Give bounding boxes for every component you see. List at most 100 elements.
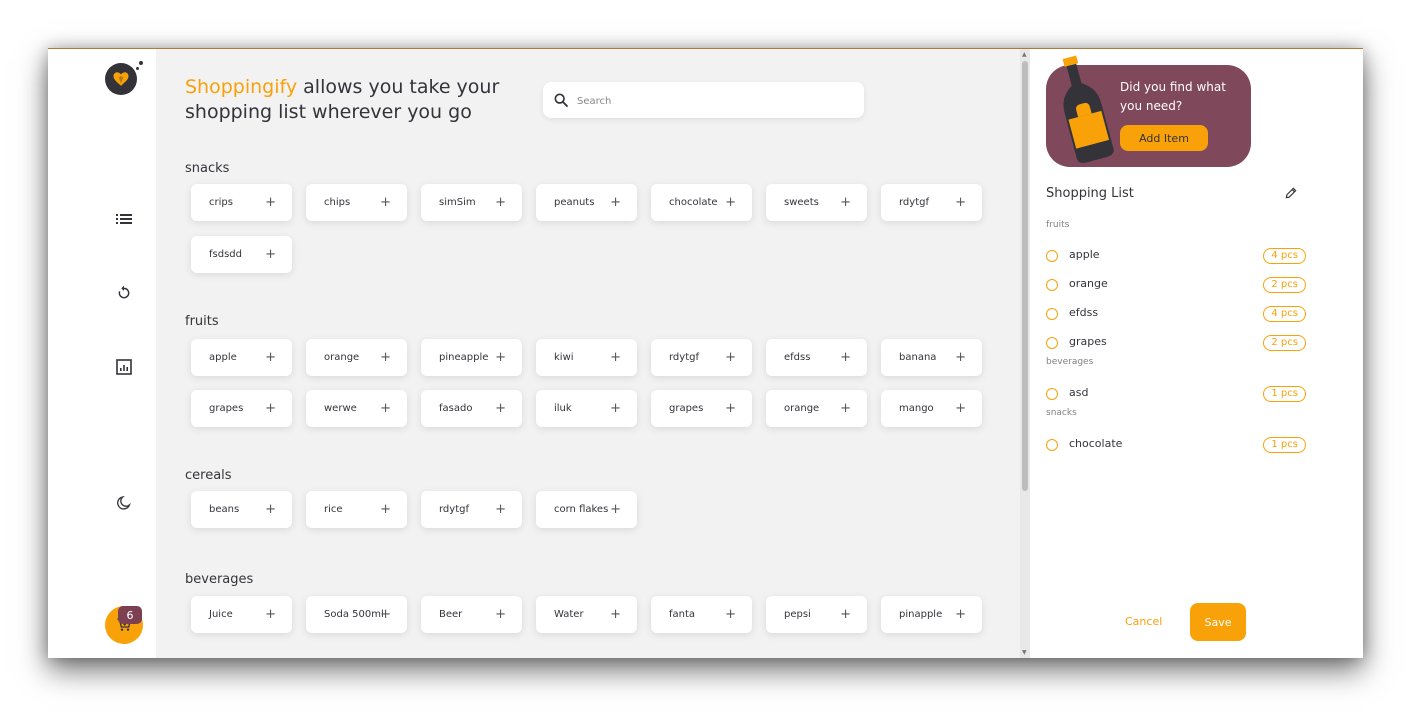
nav-history-button[interactable] [113, 282, 135, 304]
item-card[interactable]: apple + [191, 339, 292, 376]
item-name: rice [324, 504, 343, 515]
add-to-list-icon[interactable]: + [380, 596, 391, 633]
add-to-list-icon[interactable]: + [265, 596, 276, 633]
item-checkbox[interactable] [1046, 250, 1058, 262]
item-card[interactable]: orange + [766, 390, 867, 427]
item-name: pepsi [784, 609, 811, 620]
scroll-up-arrow[interactable]: ▲ [1022, 51, 1027, 58]
item-card[interactable]: fanta + [651, 596, 752, 633]
item-card[interactable]: beans + [191, 491, 292, 528]
item-card[interactable]: pineapple + [421, 339, 522, 376]
add-to-list-icon[interactable]: + [840, 184, 851, 221]
item-card[interactable]: werwe + [306, 390, 407, 427]
item-card[interactable]: sweets + [766, 184, 867, 221]
quantity-badge[interactable]: 2 pcs [1263, 335, 1306, 351]
item-card[interactable]: fsdsdd + [191, 236, 292, 273]
list-item-name: apple [1069, 248, 1100, 261]
item-card[interactable]: grapes + [651, 390, 752, 427]
quantity-badge[interactable]: 1 pcs [1263, 437, 1306, 453]
item-card[interactable]: iluk + [536, 390, 637, 427]
app-logo[interactable] [105, 61, 143, 95]
item-card[interactable]: corn flakes + [536, 491, 637, 528]
item-card[interactable]: kiwi + [536, 339, 637, 376]
add-to-list-icon[interactable]: + [610, 491, 621, 528]
item-card[interactable]: grapes + [191, 390, 292, 427]
add-to-list-icon[interactable]: + [840, 339, 851, 376]
add-to-list-icon[interactable]: + [265, 236, 276, 273]
item-card[interactable]: Soda 500ml + [306, 596, 407, 633]
item-card[interactable]: Beer + [421, 596, 522, 633]
item-checkbox[interactable] [1046, 279, 1058, 291]
add-item-button[interactable]: Add Item [1120, 125, 1208, 151]
scroll-down-arrow[interactable]: ▼ [1022, 649, 1027, 656]
add-to-list-icon[interactable]: + [725, 390, 736, 427]
search-input[interactable] [575, 88, 849, 114]
item-card[interactable]: Water + [536, 596, 637, 633]
add-to-list-icon[interactable]: + [840, 596, 851, 633]
quantity-badge[interactable]: 4 pcs [1263, 306, 1306, 322]
shopping-list-panel: Did you find what you need? Add Item Sho… [1030, 49, 1363, 658]
add-to-list-icon[interactable]: + [610, 596, 621, 633]
item-card[interactable]: rdytgf + [421, 491, 522, 528]
add-to-list-icon[interactable]: + [380, 491, 391, 528]
quantity-badge[interactable]: 4 pcs [1263, 248, 1306, 264]
add-to-list-icon[interactable]: + [265, 390, 276, 427]
item-card[interactable]: Juice + [191, 596, 292, 633]
add-to-list-icon[interactable]: + [495, 491, 506, 528]
item-checkbox[interactable] [1046, 439, 1058, 451]
item-card[interactable]: fasado + [421, 390, 522, 427]
item-card[interactable]: chocolate + [651, 184, 752, 221]
add-to-list-icon[interactable]: + [265, 491, 276, 528]
item-card[interactable]: rice + [306, 491, 407, 528]
save-button[interactable]: Save [1190, 603, 1246, 641]
add-to-list-icon[interactable]: + [265, 184, 276, 221]
item-checkbox[interactable] [1046, 388, 1058, 400]
add-to-list-icon[interactable]: + [610, 184, 621, 221]
item-card[interactable]: pinapple + [881, 596, 982, 633]
add-to-list-icon[interactable]: + [495, 390, 506, 427]
add-to-list-icon[interactable]: + [610, 390, 621, 427]
item-checkbox[interactable] [1046, 308, 1058, 320]
add-to-list-icon[interactable]: + [840, 390, 851, 427]
add-to-list-icon[interactable]: + [495, 184, 506, 221]
item-card[interactable]: banana + [881, 339, 982, 376]
item-card[interactable]: peanuts + [536, 184, 637, 221]
theme-toggle-button[interactable] [113, 492, 135, 514]
add-to-list-icon[interactable]: + [725, 339, 736, 376]
add-to-list-icon[interactable]: + [610, 339, 621, 376]
add-to-list-icon[interactable]: + [955, 184, 966, 221]
main-scrollbar[interactable]: ▲ ▼ [1020, 49, 1030, 658]
cancel-button[interactable]: Cancel [1119, 614, 1168, 629]
app-window: 6 Shoppingify allows you take your shopp… [48, 48, 1363, 658]
item-card[interactable]: chips + [306, 184, 407, 221]
list-item-name: chocolate [1069, 437, 1123, 450]
quantity-badge[interactable]: 2 pcs [1263, 277, 1306, 293]
item-card[interactable]: orange + [306, 339, 407, 376]
add-to-list-icon[interactable]: + [495, 596, 506, 633]
item-card[interactable]: mango + [881, 390, 982, 427]
item-card[interactable]: simSim + [421, 184, 522, 221]
quantity-badge[interactable]: 1 pcs [1263, 386, 1306, 402]
add-to-list-icon[interactable]: + [725, 596, 736, 633]
add-to-list-icon[interactable]: + [955, 596, 966, 633]
add-to-list-icon[interactable]: + [955, 390, 966, 427]
item-card[interactable]: efdss + [766, 339, 867, 376]
item-card[interactable]: rdytgf + [651, 339, 752, 376]
heart-logo-icon [113, 72, 129, 86]
add-to-list-icon[interactable]: + [955, 339, 966, 376]
item-card[interactable]: pepsi + [766, 596, 867, 633]
scroll-thumb[interactable] [1022, 61, 1028, 491]
item-card[interactable]: crips + [191, 184, 292, 221]
add-to-list-icon[interactable]: + [380, 339, 391, 376]
nav-statistics-button[interactable] [113, 356, 135, 378]
pencil-icon[interactable] [1284, 186, 1298, 200]
add-to-list-icon[interactable]: + [725, 184, 736, 221]
list-icon [116, 214, 132, 224]
item-card[interactable]: rdytgf + [881, 184, 982, 221]
item-checkbox[interactable] [1046, 337, 1058, 349]
nav-items-button[interactable] [113, 208, 135, 230]
add-to-list-icon[interactable]: + [380, 390, 391, 427]
add-to-list-icon[interactable]: + [495, 339, 506, 376]
add-to-list-icon[interactable]: + [265, 339, 276, 376]
add-to-list-icon[interactable]: + [380, 184, 391, 221]
